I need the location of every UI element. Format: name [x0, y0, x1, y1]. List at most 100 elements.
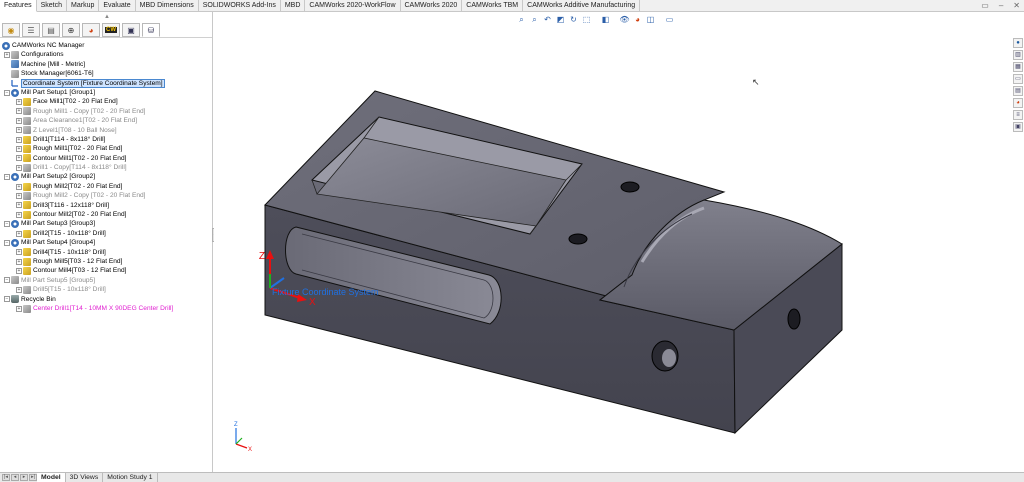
design-library-icon[interactable]: ▥	[1013, 50, 1023, 60]
expand-icon[interactable]: +	[16, 108, 22, 115]
tree-item-recycle-bin[interactable]: − Recycle Bin	[0, 295, 212, 304]
expand-icon[interactable]: +	[16, 305, 22, 312]
tab-solidworks-add-ins[interactable]: SOLIDWORKS Add-Ins	[199, 0, 281, 12]
folder-icon[interactable]: ▭	[1013, 74, 1023, 84]
collapse-icon[interactable]: −	[4, 277, 10, 284]
expand-icon[interactable]: +	[16, 286, 22, 293]
collapse-icon[interactable]: −	[4, 221, 10, 228]
graphics-viewport[interactable]: ⌕ ⌕ ↶ ◩ ↻ ⬚ ◧ 👁 ◕ ◫ ▭ ● ▥ ▦ ▭ ▤ ◕ ≡ ▣ ↖	[214, 12, 1024, 472]
collapse-icon[interactable]: −	[4, 174, 10, 181]
collapse-icon[interactable]: −	[4, 89, 10, 96]
tree-item-operation[interactable]: + Contour Mill2[T02 - 20 Flat End]	[0, 210, 212, 219]
expand-icon[interactable]: +	[16, 145, 22, 152]
collapse-handle-icon[interactable]: ▲	[104, 14, 110, 20]
expand-icon[interactable]: +	[16, 117, 22, 124]
camworks-operation-tree-tab[interactable]: ▣	[122, 23, 140, 37]
last-tab-icon[interactable]: ▸|	[29, 474, 37, 481]
tab-markup[interactable]: Markup	[67, 0, 100, 12]
tree-item-setup5[interactable]: − Mill Part Setup5 [Group5]	[0, 276, 212, 285]
dimxpert-tab[interactable]: ⊕	[62, 23, 80, 37]
3dexperience-icon[interactable]: ▣	[1013, 122, 1023, 132]
expand-icon[interactable]: +	[16, 192, 22, 199]
tree-item-operation[interactable]: + Drill1[T114 - 8x118° Drill]	[0, 135, 212, 144]
solidworks-resources-icon[interactable]: ●	[1013, 38, 1023, 48]
tree-item-configurations[interactable]: + Configurations	[0, 50, 212, 60]
tab-sketch[interactable]: Sketch	[37, 0, 68, 12]
recycle-bin-icon	[11, 295, 19, 304]
expand-icon[interactable]: +	[16, 258, 22, 265]
tree-item-setup3[interactable]: − Mill Part Setup3 [Group3]	[0, 219, 212, 229]
next-tab-icon[interactable]: ▸	[20, 474, 28, 481]
tree-item-stock-manager[interactable]: Stock Manager[6061-T6]	[0, 69, 212, 78]
file-explorer-icon[interactable]: ▦	[1013, 62, 1023, 72]
first-tab-icon[interactable]: |◂	[2, 474, 10, 481]
expand-icon[interactable]: +	[16, 99, 22, 106]
feature-tree-icon: ◉	[7, 25, 15, 35]
tab-3d-views[interactable]: 3D Views	[66, 473, 104, 482]
prev-tab-icon[interactable]: ◂	[11, 474, 19, 481]
tab-camworks-additive[interactable]: CAMWorks Additive Manufacturing	[523, 0, 641, 12]
tab-camworks-workflow[interactable]: CAMWorks 2020-WorkFlow	[305, 0, 401, 12]
tree-item-operation[interactable]: + Drill5[T15 - 10x118° Drill]	[0, 285, 212, 294]
property-manager-tab[interactable]: ☰	[22, 23, 40, 37]
tab-model[interactable]: Model	[37, 473, 66, 482]
tree-item-operation[interactable]: + Rough Mill2[T02 - 20 Flat End]	[0, 182, 212, 191]
tree-item-operation[interactable]: + Rough Mill2 - Copy [T02 - 20 Flat End]	[0, 191, 212, 200]
tree-item-operation[interactable]: + Drill1 - Copy[T114 - 8x118° Drill]	[0, 163, 212, 172]
tree-item-operation[interactable]: + Area Clearance1[T02 - 20 Flat End]	[0, 116, 212, 125]
tree-item-operation[interactable]: + Drill2[T15 - 10x118° Drill]	[0, 229, 212, 238]
expand-icon[interactable]: +	[16, 249, 22, 256]
tab-mbd[interactable]: MBD	[281, 0, 306, 12]
tree-item-setup1[interactable]: − Mill Part Setup1 [Group1]	[0, 88, 212, 97]
tree-item-setup4[interactable]: − Mill Part Setup4 [Group4]	[0, 238, 212, 247]
tree-item-operation[interactable]: + Rough Mill5[T03 - 12 Flat End]	[0, 257, 212, 266]
expand-icon[interactable]: +	[16, 164, 22, 171]
tree-item-operation[interactable]: + Face Mill1[T02 - 20 Flat End]	[0, 97, 212, 107]
appearances-icon[interactable]: ◕	[1013, 98, 1023, 108]
camworks-tool-tree-tab[interactable]: ⛁	[142, 23, 160, 37]
tree-item-operation[interactable]: + Drill4[T15 - 10x118° Drill]	[0, 248, 212, 257]
tree-item-operation[interactable]: + Contour Mill4[T03 - 12 Flat End]	[0, 266, 212, 276]
minimize-icon[interactable]: –	[999, 1, 1003, 10]
expand-icon[interactable]: +	[16, 202, 22, 209]
tree-item-setup2[interactable]: − Mill Part Setup2 [Group2]	[0, 172, 212, 182]
expand-icon[interactable]: +	[16, 183, 22, 190]
close-icon[interactable]: ✕	[1013, 1, 1020, 10]
expand-icon[interactable]: +	[16, 127, 22, 134]
tab-motion-study-1[interactable]: Motion Study 1	[103, 473, 158, 482]
tree-item-machine[interactable]: Machine [Mill - Metric]	[0, 60, 212, 69]
expand-icon[interactable]: +	[4, 52, 10, 59]
tree-root[interactable]: CAMWorks NC Manager	[0, 41, 212, 50]
restore-icon[interactable]: ▭	[981, 1, 989, 10]
view-palette-icon[interactable]: ▤	[1013, 86, 1023, 96]
tree-item-coordinate-system[interactable]: Coordinate System [Fixture Coordinate Sy…	[0, 78, 212, 88]
tree-item-operation[interactable]: + Rough Mill1 - Copy [T02 - 20 Flat End]	[0, 107, 212, 116]
task-pane-tabs: ● ▥ ▦ ▭ ▤ ◕ ≡ ▣	[1012, 38, 1024, 132]
tab-scroll-buttons: |◂ ◂ ▸ ▸|	[0, 473, 37, 482]
tree-item-operation[interactable]: + Z Level1[T08 - 10 Ball Nose]	[0, 126, 212, 135]
display-manager-tab[interactable]: ◕	[82, 23, 100, 37]
tab-evaluate[interactable]: Evaluate	[99, 0, 136, 12]
configuration-manager-tab[interactable]: ▤	[42, 23, 60, 37]
expand-icon[interactable]: +	[16, 155, 22, 162]
tree-item-operation[interactable]: + Rough Mill1[T02 - 20 Flat End]	[0, 144, 212, 153]
tab-camworks-tbm[interactable]: CAMWorks TBM	[462, 0, 524, 12]
tab-features[interactable]: Features	[0, 0, 37, 12]
tree-item-operation[interactable]: + Drill3[T116 - 12x118° Drill]	[0, 201, 212, 210]
feature-manager-tab[interactable]: ◉	[2, 23, 20, 37]
drill-icon	[23, 201, 31, 210]
expand-icon[interactable]: +	[16, 230, 22, 237]
collapse-icon[interactable]: −	[4, 296, 10, 303]
tree-item-operation[interactable]: + Contour Mill1[T02 - 20 Flat End]	[0, 154, 212, 163]
tab-mbd-dimensions[interactable]: MBD Dimensions	[136, 0, 199, 12]
expand-icon[interactable]: +	[16, 211, 22, 218]
tab-camworks-2020[interactable]: CAMWorks 2020	[401, 0, 463, 12]
camworks-feature-tree-tab[interactable]: CW	[102, 23, 120, 37]
expand-icon[interactable]: +	[16, 268, 22, 275]
setup-icon	[11, 276, 19, 285]
tree-item-operation[interactable]: + Center Drill1[T14 - 10MM X 90DEG Cente…	[0, 304, 212, 313]
custom-properties-icon[interactable]: ≡	[1013, 110, 1023, 120]
camworks-icon: CW	[105, 27, 117, 33]
expand-icon[interactable]: +	[16, 136, 22, 143]
collapse-icon[interactable]: −	[4, 239, 10, 246]
